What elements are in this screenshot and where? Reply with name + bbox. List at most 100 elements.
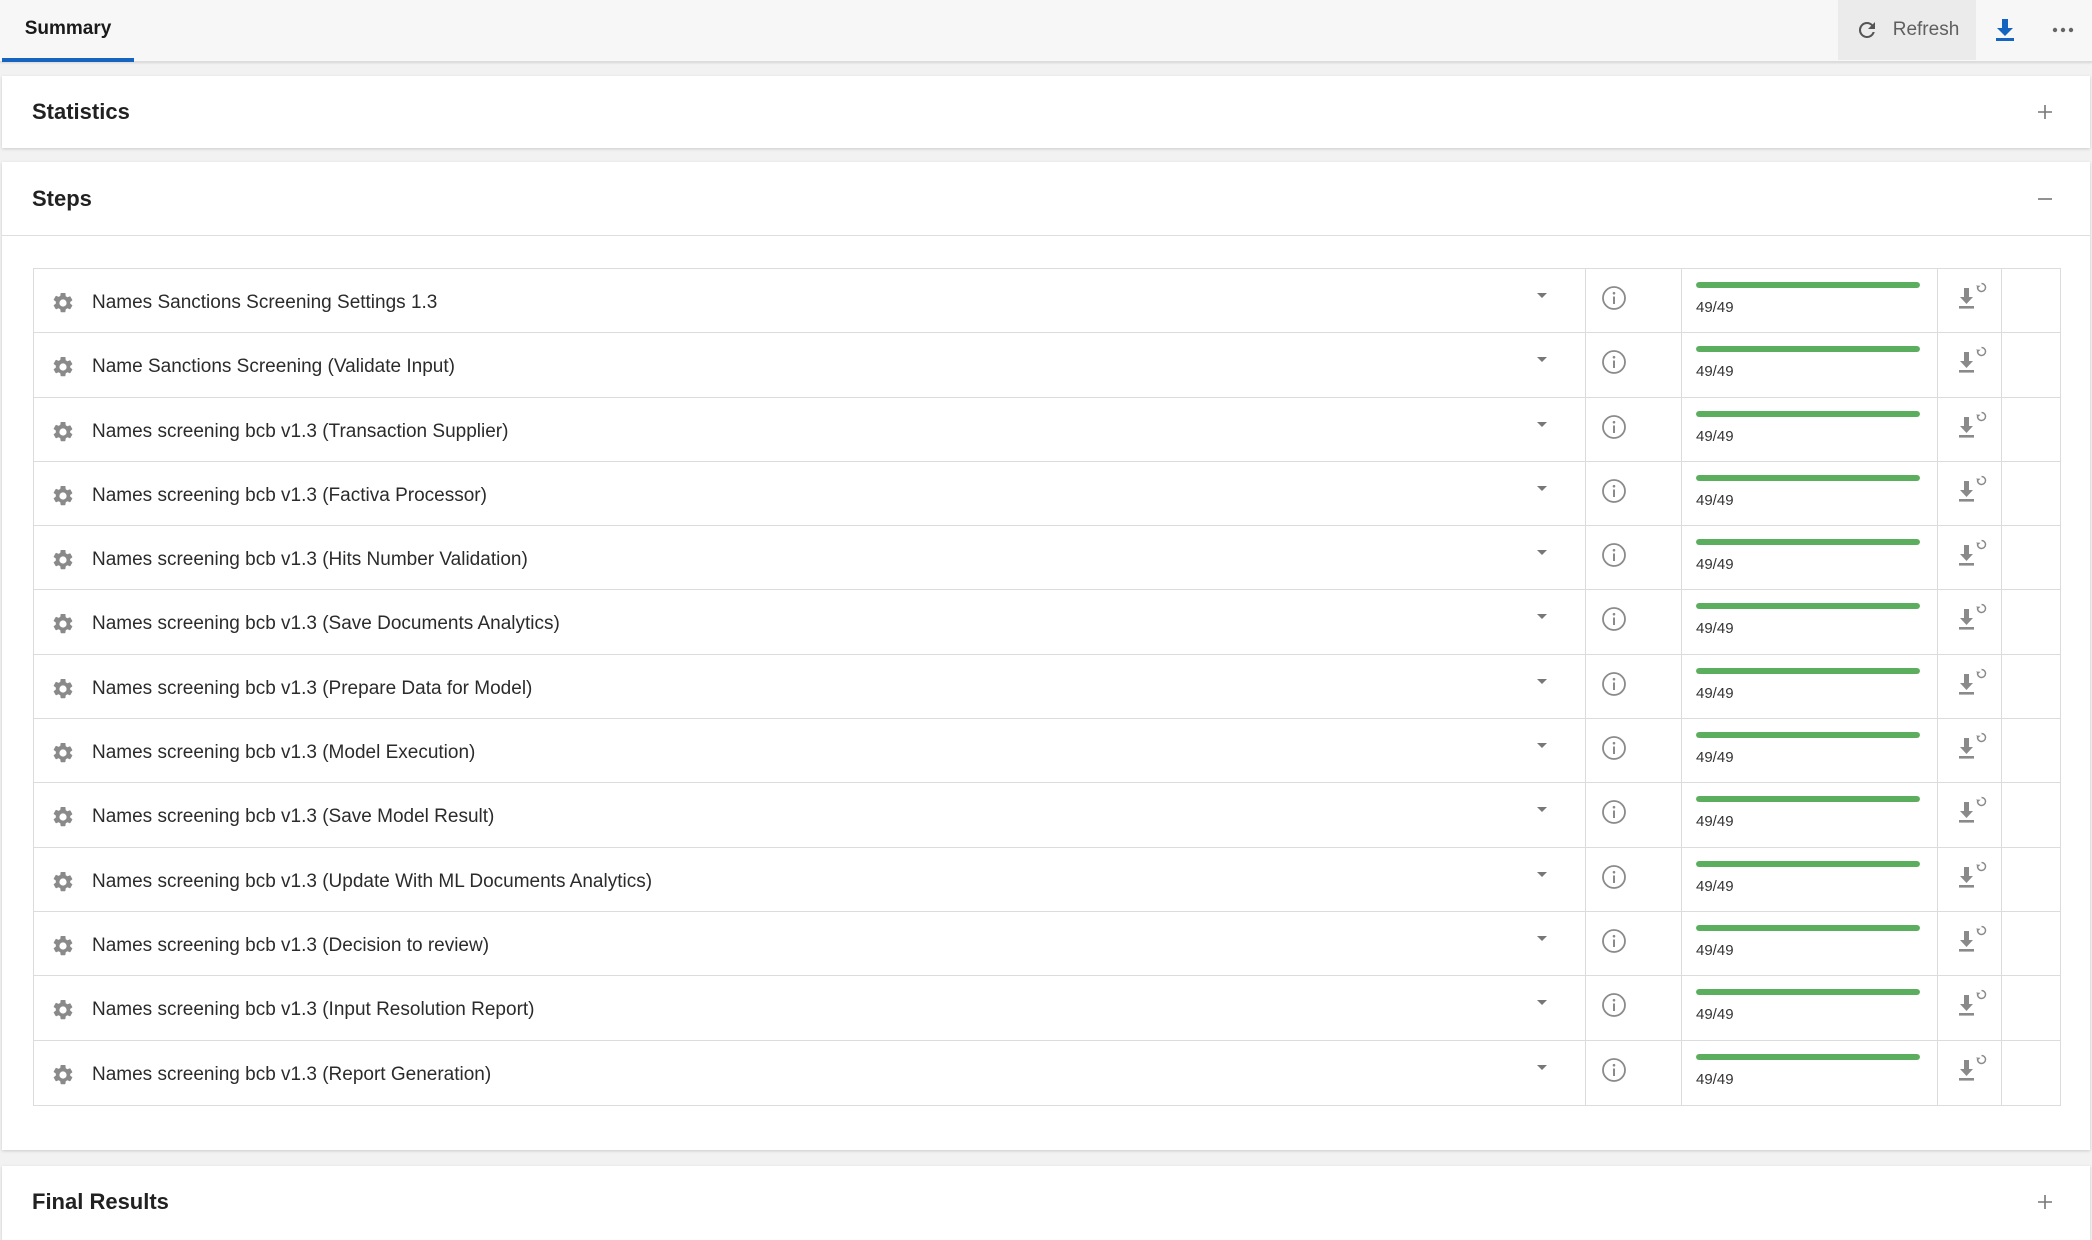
download-refresh-icon[interactable]	[1956, 602, 1988, 636]
download-refresh-icon[interactable]	[1956, 410, 1988, 444]
step-download-cell[interactable]	[1938, 911, 2002, 976]
chevron-down-icon[interactable]	[1534, 291, 1550, 301]
info-icon[interactable]	[1601, 349, 1627, 375]
statistics-header[interactable]: Statistics	[2, 76, 2090, 148]
steps-header[interactable]: Steps	[2, 162, 2090, 236]
progress-bar	[1696, 346, 1920, 353]
chevron-down-icon[interactable]	[1534, 805, 1550, 815]
download-refresh-icon[interactable]	[1956, 281, 1988, 315]
step-download-cell[interactable]	[1938, 1040, 2002, 1105]
table-row: Names screening bcb v1.3 (Input Resoluti…	[34, 976, 2060, 1041]
download-refresh-icon[interactable]	[1956, 345, 1988, 379]
step-info-cell[interactable]	[1586, 783, 1682, 847]
step-info-cell[interactable]	[1586, 911, 1682, 976]
expand-final-results-button[interactable]	[2030, 1187, 2060, 1217]
step-download-cell[interactable]	[1938, 847, 2002, 911]
step-download-cell[interactable]	[1938, 397, 2002, 461]
progress-bar-fill	[1696, 924, 1920, 931]
download-refresh-icon[interactable]	[1956, 988, 1988, 1022]
download-refresh-icon[interactable]	[1956, 795, 1988, 829]
step-info-cell[interactable]	[1586, 526, 1682, 590]
chevron-down-icon[interactable]	[1534, 612, 1550, 622]
info-icon[interactable]	[1601, 992, 1627, 1018]
step-download-cell[interactable]	[1938, 269, 2002, 333]
step-info-cell[interactable]	[1586, 269, 1682, 333]
info-icon[interactable]	[1601, 928, 1627, 954]
final-results-header[interactable]: Final Results	[2, 1166, 2090, 1238]
chevron-down-icon[interactable]	[1534, 548, 1550, 558]
info-icon[interactable]	[1601, 542, 1627, 568]
download-refresh-icon[interactable]	[1956, 860, 1988, 894]
step-info-cell[interactable]	[1586, 719, 1682, 783]
step-download-cell[interactable]	[1938, 526, 2002, 590]
info-icon[interactable]	[1601, 671, 1627, 697]
step-download-cell[interactable]	[1938, 783, 2002, 847]
step-name-cell[interactable]: Names screening bcb v1.3 (Decision to re…	[34, 911, 1586, 976]
progress-bar-fill	[1696, 474, 1920, 481]
table-row: Names screening bcb v1.3 (Hits Number Va…	[34, 526, 2060, 591]
step-info-cell[interactable]	[1586, 654, 1682, 719]
info-icon[interactable]	[1601, 606, 1627, 632]
refresh-button[interactable]: Refresh	[1838, 0, 1976, 60]
info-icon[interactable]	[1601, 864, 1627, 890]
expand-statistics-button[interactable]	[2030, 97, 2060, 127]
step-info-cell[interactable]	[1586, 1040, 1682, 1105]
step-download-cell[interactable]	[1938, 461, 2002, 526]
step-name-cell[interactable]: Name Sanctions Screening (Validate Input…	[34, 333, 1586, 397]
table-row: Names Sanctions Screening Settings 1.3 49…	[34, 269, 2060, 334]
download-refresh-icon[interactable]	[1956, 667, 1988, 701]
progress-count: 49/49	[1696, 491, 1734, 509]
download-button[interactable]	[1976, 0, 2034, 60]
step-name-cell[interactable]: Names screening bcb v1.3 (Save Documents…	[34, 590, 1586, 654]
step-name-cell[interactable]: Names screening bcb v1.3 (Factiva Proces…	[34, 461, 1586, 526]
step-download-cell[interactable]	[1938, 333, 2002, 397]
chevron-down-icon[interactable]	[1534, 741, 1550, 751]
step-info-cell[interactable]	[1586, 333, 1682, 397]
download-refresh-icon[interactable]	[1956, 474, 1988, 508]
chevron-down-icon[interactable]	[1534, 998, 1550, 1008]
info-icon[interactable]	[1601, 478, 1627, 504]
info-icon[interactable]	[1601, 735, 1627, 761]
step-download-cell[interactable]	[1938, 976, 2002, 1040]
step-name-cell[interactable]: Names screening bcb v1.3 (Hits Number Va…	[34, 526, 1586, 590]
step-progress-cell: 49/49	[1682, 397, 1938, 461]
step-download-cell[interactable]	[1938, 590, 2002, 654]
statistics-title: Statistics	[32, 99, 130, 124]
step-name-cell[interactable]: Names Sanctions Screening Settings 1.3	[34, 269, 1586, 333]
progress-bar-fill	[1696, 989, 1920, 996]
step-name-cell[interactable]: Names screening bcb v1.3 (Save Model Res…	[34, 783, 1586, 847]
info-icon[interactable]	[1601, 1057, 1627, 1083]
final-results-panel: Final Results	[2, 1166, 2090, 1240]
chevron-down-icon[interactable]	[1534, 677, 1550, 687]
more-options-button[interactable]	[2034, 0, 2092, 60]
step-name-cell[interactable]: Names screening bcb v1.3 (Report Generat…	[34, 1040, 1586, 1105]
chevron-down-icon[interactable]	[1534, 420, 1550, 430]
step-name-cell[interactable]: Names screening bcb v1.3 (Transaction Su…	[34, 397, 1586, 461]
step-info-cell[interactable]	[1586, 976, 1682, 1040]
download-refresh-icon[interactable]	[1956, 731, 1988, 765]
step-name-cell[interactable]: Names screening bcb v1.3 (Input Resoluti…	[34, 976, 1586, 1040]
download-refresh-icon[interactable]	[1956, 924, 1988, 958]
step-info-cell[interactable]	[1586, 397, 1682, 461]
chevron-down-icon[interactable]	[1534, 1063, 1550, 1073]
info-icon[interactable]	[1601, 799, 1627, 825]
info-icon[interactable]	[1601, 414, 1627, 440]
download-refresh-icon[interactable]	[1956, 538, 1988, 572]
step-name-cell[interactable]: Names screening bcb v1.3 (Update With ML…	[34, 847, 1586, 911]
collapse-steps-button[interactable]	[2030, 184, 2060, 214]
chevron-down-icon[interactable]	[1534, 355, 1550, 365]
tab-summary[interactable]: Summary	[2, 0, 134, 62]
chevron-down-icon[interactable]	[1534, 934, 1550, 944]
download-refresh-icon[interactable]	[1956, 1053, 1988, 1087]
step-name-cell[interactable]: Names screening bcb v1.3 (Model Executio…	[34, 719, 1586, 783]
step-download-cell[interactable]	[1938, 654, 2002, 719]
info-icon[interactable]	[1601, 285, 1627, 311]
toolbar-actions: Refresh	[1838, 0, 2092, 60]
chevron-down-icon[interactable]	[1534, 484, 1550, 494]
step-info-cell[interactable]	[1586, 461, 1682, 526]
step-info-cell[interactable]	[1586, 590, 1682, 654]
step-info-cell[interactable]	[1586, 847, 1682, 911]
step-name-cell[interactable]: Names screening bcb v1.3 (Prepare Data f…	[34, 654, 1586, 719]
step-download-cell[interactable]	[1938, 719, 2002, 783]
chevron-down-icon[interactable]	[1534, 870, 1550, 880]
